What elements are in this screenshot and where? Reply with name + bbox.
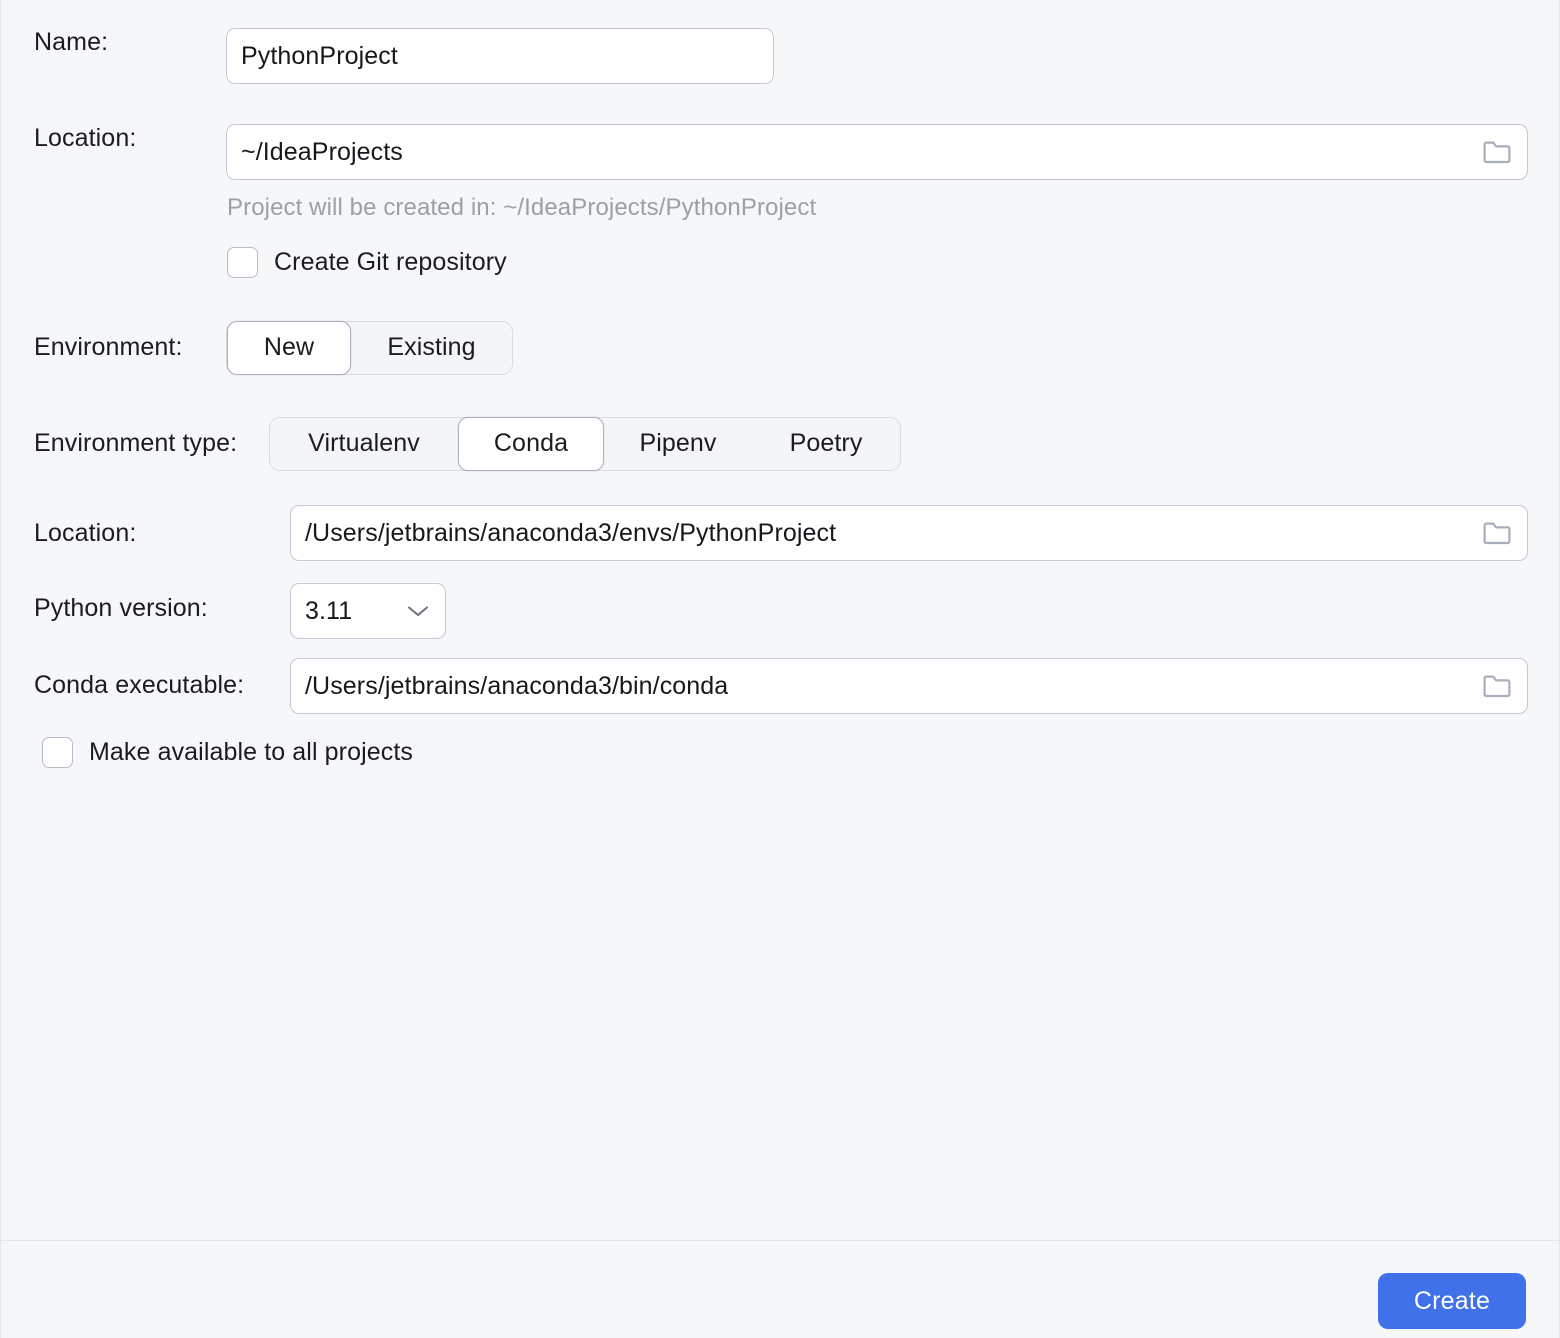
make-available-to-all-projects-label: Make available to all projects: [89, 738, 413, 766]
conda-executable-row: Conda executable:: [34, 671, 244, 700]
location-input-value: ~/IdeaProjects: [241, 137, 403, 166]
environment-type-segmented-control[interactable]: Virtualenv Conda Pipenv Poetry: [269, 416, 901, 471]
environment-label: Environment:: [34, 333, 183, 361]
python-version-row: Python version:: [34, 594, 208, 623]
environment-type-option-conda[interactable]: Conda: [458, 416, 604, 471]
environment-type-row: Environment type:: [34, 429, 237, 458]
make-available-to-all-projects-checkbox-row[interactable]: Make available to all projects: [42, 737, 413, 768]
env-location-label: Location:: [34, 519, 137, 547]
create-git-repository-checkbox[interactable]: [227, 247, 258, 278]
environment-type-option-pipenv[interactable]: Pipenv: [604, 417, 752, 471]
conda-executable-input[interactable]: /Users/jetbrains/anaconda3/bin/conda: [290, 658, 1528, 714]
python-version-label: Python version:: [34, 594, 208, 622]
environment-type-option-poetry[interactable]: Poetry: [752, 417, 900, 471]
location-input[interactable]: ~/IdeaProjects: [226, 124, 1528, 180]
env-location-input[interactable]: /Users/jetbrains/anaconda3/envs/PythonPr…: [290, 505, 1528, 561]
folder-icon[interactable]: [1483, 521, 1511, 545]
make-available-to-all-projects-checkbox[interactable]: [42, 737, 73, 768]
location-hint: Project will be created in: ~/IdeaProjec…: [227, 194, 817, 221]
conda-executable-label: Conda executable:: [34, 671, 245, 699]
name-label: Name:: [34, 28, 109, 56]
env-location-input-value: /Users/jetbrains/anaconda3/envs/PythonPr…: [305, 518, 837, 547]
name-input-value: PythonProject: [241, 41, 398, 70]
create-git-repository-label: Create Git repository: [274, 248, 507, 276]
conda-executable-input-value: /Users/jetbrains/anaconda3/bin/conda: [305, 671, 729, 700]
name-row: Name:: [34, 28, 108, 57]
folder-icon[interactable]: [1483, 140, 1511, 164]
location-label: Location:: [34, 124, 137, 152]
environment-row: Environment:: [34, 333, 183, 362]
environment-type-option-virtualenv[interactable]: Virtualenv: [270, 417, 458, 471]
python-version-value: 3.11: [305, 596, 353, 625]
python-version-dropdown[interactable]: 3.11: [290, 583, 446, 639]
dialog-footer: Create: [1, 1240, 1559, 1338]
environment-segmented-control[interactable]: New Existing: [226, 320, 513, 375]
folder-icon[interactable]: [1483, 674, 1511, 698]
environment-type-label: Environment type:: [34, 429, 238, 457]
create-git-repository-checkbox-row[interactable]: Create Git repository: [227, 247, 507, 278]
create-button[interactable]: Create: [1378, 1273, 1526, 1329]
location-row: Location:: [34, 124, 136, 153]
environment-option-new[interactable]: New: [227, 320, 351, 375]
name-input[interactable]: PythonProject: [226, 28, 774, 84]
environment-option-existing[interactable]: Existing: [351, 321, 512, 375]
project-form: Name: PythonProject Location: ~/IdeaProj…: [1, 0, 1559, 1240]
env-location-row: Location:: [34, 519, 136, 548]
new-project-dialog: Name: PythonProject Location: ~/IdeaProj…: [0, 0, 1560, 1338]
chevron-down-icon: [407, 604, 429, 618]
